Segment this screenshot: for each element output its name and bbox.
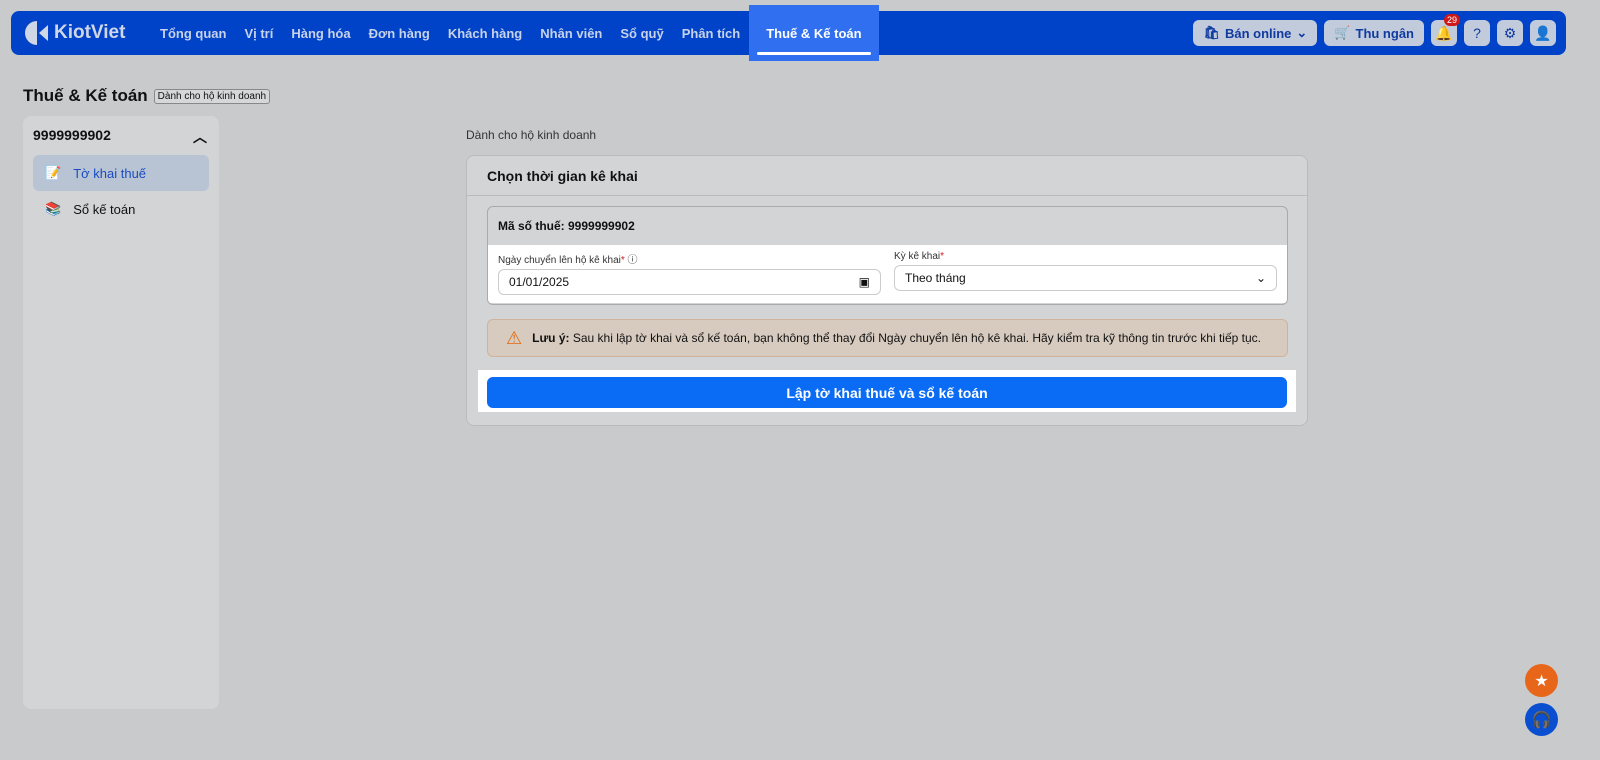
favorite-button[interactable]: ★ bbox=[1525, 664, 1558, 697]
date-label: Ngày chuyển lên hộ kê khai* ⓘ bbox=[498, 255, 638, 266]
date-value: 01/01/2025 bbox=[509, 275, 570, 289]
warning-text: Sau khi lập tờ khai và sổ kế toán, bạn k… bbox=[572, 331, 1261, 345]
sell-online-button[interactable]: 🛍 Bán online ⌄ bbox=[1193, 20, 1318, 46]
document-edit-icon: 📝 bbox=[45, 165, 62, 180]
nav-cashbook[interactable]: Sổ quỹ bbox=[611, 11, 672, 55]
info-icon[interactable]: ⓘ bbox=[628, 255, 638, 266]
top-nav-bar: KiotViet Tổng quan Vị trí Hàng hóa Đơn h… bbox=[11, 5, 1566, 61]
support-button[interactable]: 🎧 bbox=[1525, 703, 1558, 736]
sidebar-item-label: Tờ khai thuế bbox=[73, 165, 147, 181]
sidebar: 9999999902 ︿ 📝 Tờ khai thuế 📚 Sổ kế toán bbox=[23, 116, 219, 709]
business-tag: Dành cho hộ kinh doanh bbox=[153, 88, 271, 104]
warning-icon: ⚠ bbox=[506, 327, 523, 348]
nav-tax-accounting[interactable]: Thuế & Kế toán bbox=[749, 5, 879, 61]
help-button[interactable]: ? bbox=[1464, 20, 1490, 46]
logo[interactable]: KiotViet bbox=[25, 21, 151, 45]
period-label: Kỳ kê khai* bbox=[894, 251, 945, 262]
nav-products[interactable]: Hàng hóa bbox=[282, 11, 359, 55]
warning-title: Lưu ý: bbox=[532, 331, 570, 345]
section-label: Dành cho hộ kinh doanh bbox=[466, 128, 597, 142]
notification-badge: 29 bbox=[1443, 14, 1460, 26]
chevron-up-icon: ︿ bbox=[193, 129, 207, 145]
notifications-button[interactable]: 🔔 29 bbox=[1431, 14, 1460, 46]
card-title: Chọn thời gian kê khai bbox=[467, 156, 1307, 196]
period-value: Theo tháng bbox=[905, 271, 966, 285]
page-title: Thuế & Kế toán bbox=[23, 86, 148, 105]
cart-icon: 🛒 bbox=[1334, 25, 1351, 40]
nav-overview[interactable]: Tổng quan bbox=[151, 11, 235, 55]
headset-icon: 🎧 bbox=[1531, 711, 1552, 729]
sidebar-item-label: Sổ kế toán bbox=[73, 201, 136, 217]
create-declaration-button[interactable]: Lập tờ khai thuế và sổ kế toán bbox=[487, 377, 1287, 408]
cashier-label: Thu ngân bbox=[1355, 25, 1415, 41]
nav-location[interactable]: Vị trí bbox=[235, 11, 282, 55]
warning-notice: ⚠ Lưu ý: Sau khi lập tờ khai và sổ kế toá… bbox=[487, 319, 1288, 357]
account-header[interactable]: 9999999902 ︿ bbox=[23, 116, 219, 147]
sidebar-item-ledger[interactable]: 📚 Sổ kế toán bbox=[33, 191, 209, 227]
kiotviet-logo-icon bbox=[25, 21, 48, 45]
tax-info-box: Mã số thuế: 9999999902 Ngày chuyển lên h… bbox=[487, 206, 1288, 305]
bell-icon: 🔔 bbox=[1435, 24, 1453, 41]
tax-id: Mã số thuế: 9999999902 bbox=[498, 219, 635, 233]
star-icon: ★ bbox=[1534, 672, 1549, 690]
chevron-down-icon: ⌄ bbox=[1255, 271, 1266, 285]
nav-employees[interactable]: Nhân viên bbox=[531, 11, 611, 55]
question-icon: ? bbox=[1473, 25, 1481, 41]
sidebar-item-tax-return[interactable]: 📝 Tờ khai thuế bbox=[33, 155, 209, 191]
date-input[interactable]: 01/01/2025 ▣ bbox=[498, 269, 881, 295]
account-id: 9999999902 bbox=[33, 127, 111, 143]
page-title-row: Thuế & Kế toán Dành cho hộ kinh doanh bbox=[23, 86, 271, 106]
nav-customers[interactable]: Khách hàng bbox=[439, 11, 531, 55]
chevron-down-icon: ⌄ bbox=[1296, 25, 1308, 40]
nav-orders[interactable]: Đơn hàng bbox=[360, 11, 439, 55]
period-select[interactable]: Theo tháng ⌄ bbox=[894, 265, 1277, 291]
avatar[interactable]: 👤 bbox=[1530, 20, 1556, 46]
nav-analytics[interactable]: Phân tích bbox=[673, 11, 750, 55]
cashier-button[interactable]: 🛒 Thu ngân bbox=[1324, 20, 1424, 46]
settings-button[interactable]: ⚙ bbox=[1497, 20, 1523, 46]
submit-highlight: Lập tờ khai thuế và sổ kế toán bbox=[478, 370, 1296, 412]
gear-icon: ⚙ bbox=[1503, 24, 1517, 41]
main-nav: Tổng quan Vị trí Hàng hóa Đơn hàng Khách… bbox=[151, 5, 879, 61]
shop-bag-icon: 🛍 bbox=[1203, 25, 1220, 40]
book-icon: 📚 bbox=[45, 201, 62, 216]
sell-online-label: Bán online bbox=[1224, 25, 1292, 41]
logo-text: KiotViet bbox=[54, 22, 126, 43]
calendar-icon[interactable]: ▣ bbox=[859, 275, 870, 289]
user-icon: 👤 bbox=[1534, 24, 1552, 41]
